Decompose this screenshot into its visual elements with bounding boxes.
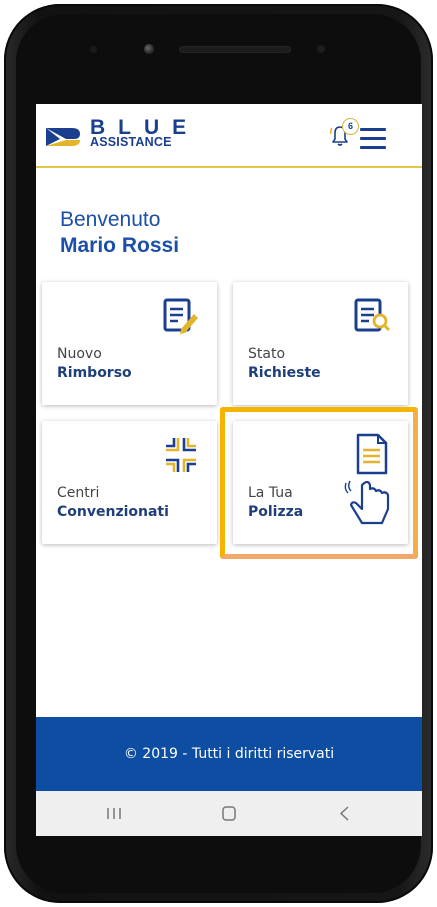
app-header: BLUE ASSISTANCE 6 bbox=[36, 104, 422, 168]
android-nav-bar bbox=[36, 791, 422, 836]
user-name: Mario Rossi bbox=[60, 234, 180, 257]
recents-button[interactable] bbox=[84, 791, 144, 836]
logo-mark-icon bbox=[46, 128, 80, 146]
logo-text-assistance: ASSISTANCE bbox=[90, 135, 172, 149]
footer-copyright: © 2019 - Tutti i diritti riservati bbox=[36, 717, 422, 791]
hamburger-menu-icon[interactable] bbox=[360, 128, 386, 150]
highlight-frame bbox=[220, 407, 418, 559]
earpiece-speaker bbox=[180, 47, 290, 52]
front-camera bbox=[144, 44, 154, 54]
card-line1: Nuovo bbox=[57, 346, 102, 362]
recents-icon bbox=[107, 808, 121, 819]
card-nuovo-rimborso[interactable]: Nuovo Rimborso bbox=[42, 282, 217, 405]
medical-cross-icon bbox=[166, 438, 196, 472]
document-search-icon bbox=[354, 298, 391, 332]
app-screen: BLUE ASSISTANCE 6 Benvenuto Mario Rossi … bbox=[36, 104, 422, 836]
proximity-sensor bbox=[317, 45, 325, 53]
welcome-greeting: Benvenuto bbox=[60, 208, 161, 231]
card-centri-convenzionati[interactable]: Centri Convenzionati bbox=[42, 421, 217, 544]
card-line2: Convenzionati bbox=[57, 504, 169, 520]
card-line2: Rimborso bbox=[57, 365, 132, 381]
front-sensor bbox=[90, 46, 97, 53]
home-icon bbox=[222, 806, 236, 821]
document-edit-icon bbox=[163, 298, 198, 334]
back-icon bbox=[339, 806, 349, 821]
back-button[interactable] bbox=[314, 791, 374, 836]
card-line2: Richieste bbox=[248, 365, 321, 381]
notification-badge: 6 bbox=[342, 118, 359, 135]
card-stato-richieste[interactable]: Stato Richieste bbox=[233, 282, 408, 405]
card-line1: Centri bbox=[57, 485, 100, 501]
card-line1: Stato bbox=[248, 346, 286, 362]
home-button[interactable] bbox=[199, 791, 259, 836]
